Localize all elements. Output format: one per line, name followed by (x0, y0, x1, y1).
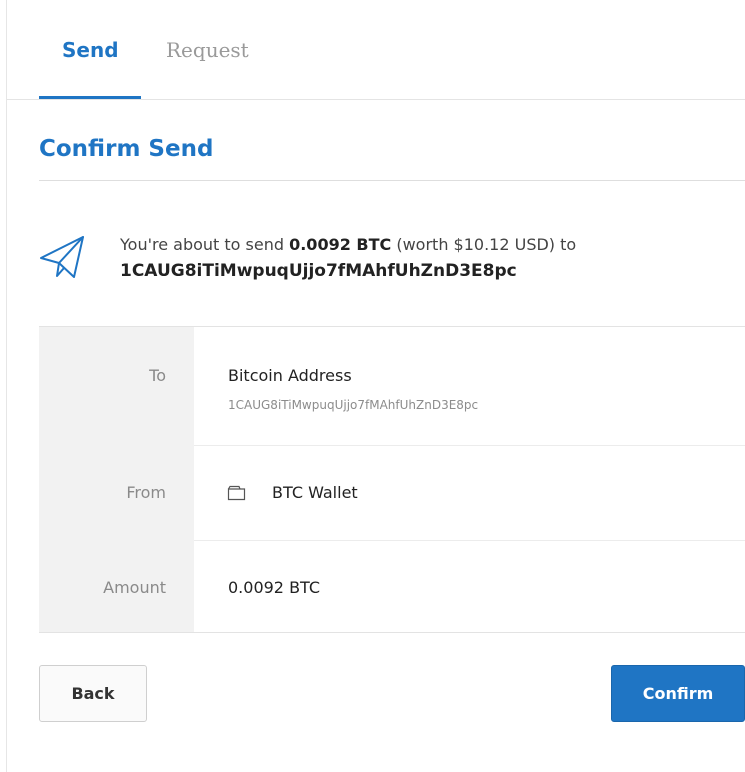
paper-plane-icon (40, 236, 84, 278)
message-prefix: You're about to send (120, 235, 290, 254)
message-amount: 0.0092 BTC (289, 235, 392, 254)
heading-divider (39, 180, 745, 181)
transaction-details: To Bitcoin Address 1CAUG8iTiMwpuqUjjo7fM… (39, 326, 745, 633)
back-button[interactable]: Back (39, 665, 147, 722)
confirmation-message: You're about to send 0.0092 BTC (worth $… (120, 232, 715, 284)
message-address: 1CAUG8iTiMwpuqUjjo7fMAhfUhZnD3E8pc (120, 261, 517, 281)
confirm-button[interactable]: Confirm (611, 665, 745, 722)
detail-row-to: To Bitcoin Address 1CAUG8iTiMwpuqUjjo7fM… (39, 327, 745, 445)
amount-value: 0.0092 BTC (228, 578, 321, 597)
tab-bar: Send Request (7, 0, 745, 100)
active-tab-indicator (39, 96, 141, 99)
detail-row-from: From BTC Wallet (39, 445, 745, 540)
to-label: To (149, 366, 166, 385)
from-label: From (126, 483, 166, 502)
from-wallet: BTC Wallet (272, 483, 358, 502)
message-worth: (worth $10.12 USD) to (391, 235, 577, 254)
amount-label: Amount (103, 578, 166, 597)
to-address: 1CAUG8iTiMwpuqUjjo7fMAhfUhZnD3E8pc (228, 398, 479, 412)
wallet-icon (227, 485, 246, 501)
left-border (6, 0, 7, 772)
page-title: Confirm Send (39, 136, 214, 162)
to-title: Bitcoin Address (228, 366, 352, 385)
tab-send[interactable]: Send (62, 38, 119, 62)
tab-request[interactable]: Request (166, 38, 249, 62)
detail-row-amount: Amount 0.0092 BTC (39, 540, 745, 632)
